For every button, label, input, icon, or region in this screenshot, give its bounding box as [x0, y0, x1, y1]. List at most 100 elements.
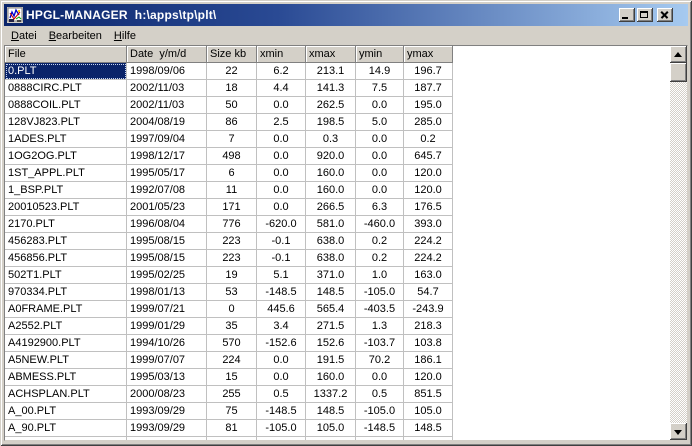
value-cell[interactable]: 638.0 — [306, 250, 356, 267]
value-cell[interactable]: 371.0 — [306, 267, 356, 284]
value-cell[interactable]: 105.0 — [306, 420, 356, 437]
value-cell[interactable]: 0.0 — [356, 182, 404, 199]
value-cell[interactable]: 0.0 — [356, 97, 404, 114]
value-cell[interactable]: 7.0 — [356, 437, 404, 440]
value-cell[interactable]: 0.0 — [257, 165, 306, 182]
column-header-file[interactable]: File — [5, 46, 127, 63]
scroll-down-button[interactable] — [670, 423, 687, 440]
value-cell[interactable]: -148.5 — [356, 420, 404, 437]
value-cell[interactable]: 148.5 — [306, 403, 356, 420]
value-cell[interactable]: 1998/01/13 — [127, 284, 207, 301]
value-cell[interactable]: 285.0 — [404, 114, 453, 131]
value-cell[interactable]: 103.8 — [404, 335, 453, 352]
column-header-xmin[interactable]: xmin — [257, 46, 306, 63]
value-cell[interactable]: 1993/09/29 — [127, 403, 207, 420]
value-cell[interactable]: 2004/08/19 — [127, 114, 207, 131]
file-cell[interactable]: A4192900.PLT — [5, 335, 127, 352]
value-cell[interactable]: 196.7 — [404, 63, 453, 80]
file-cell[interactable]: A_90.PLT — [5, 420, 127, 437]
value-cell[interactable]: -620.0 — [257, 216, 306, 233]
value-cell[interactable]: 0.0 — [257, 182, 306, 199]
value-cell[interactable]: 7 — [207, 131, 257, 148]
value-cell[interactable]: 53 — [207, 284, 257, 301]
value-cell[interactable]: 638.0 — [306, 233, 356, 250]
value-cell[interactable]: 1997/09/04 — [127, 131, 207, 148]
file-cell[interactable]: 970334.PLT — [5, 284, 127, 301]
value-cell[interactable]: 11 — [207, 182, 257, 199]
value-cell[interactable]: 176.5 — [404, 199, 453, 216]
value-cell[interactable]: 50 — [207, 97, 257, 114]
value-cell[interactable]: 3.4 — [257, 318, 306, 335]
value-cell[interactable]: 5.0 — [356, 114, 404, 131]
value-cell[interactable]: 5.1 — [257, 267, 306, 284]
column-header-ymax[interactable]: ymax — [404, 46, 453, 63]
scrollbar-thumb[interactable] — [670, 63, 687, 82]
value-cell[interactable]: 344 — [207, 437, 257, 440]
file-cell[interactable]: 456856.PLT — [5, 250, 127, 267]
file-cell[interactable]: 456283.PLT — [5, 233, 127, 250]
file-cell[interactable]: 1OG2OG.PLT — [5, 148, 127, 165]
value-cell[interactable]: 6.3 — [356, 199, 404, 216]
value-cell[interactable]: -0.1 — [257, 250, 306, 267]
value-cell[interactable]: 223 — [207, 250, 257, 267]
value-cell[interactable]: 160.0 — [306, 182, 356, 199]
value-cell[interactable]: 19 — [207, 267, 257, 284]
file-cell[interactable]: A5NEW.PLT — [5, 352, 127, 369]
value-cell[interactable]: 266.5 — [306, 199, 356, 216]
value-cell[interactable]: 0.2 — [356, 250, 404, 267]
value-cell[interactable]: 1998/12/17 — [127, 148, 207, 165]
value-cell[interactable]: 1993/07/10 — [127, 437, 207, 440]
file-cell[interactable]: 1ST_APPL.PLT — [5, 165, 127, 182]
maximize-button[interactable] — [637, 8, 653, 22]
column-header-size[interactable]: Size kb — [207, 46, 257, 63]
value-cell[interactable]: 218.3 — [404, 318, 453, 335]
value-cell[interactable]: -152.6 — [257, 335, 306, 352]
value-cell[interactable]: 171 — [207, 199, 257, 216]
value-cell[interactable]: 198.5 — [306, 114, 356, 131]
value-cell[interactable]: 187.7 — [404, 80, 453, 97]
file-cell[interactable]: ABMESS.PLT — [5, 369, 127, 386]
value-cell[interactable]: 1993/09/29 — [127, 420, 207, 437]
value-cell[interactable]: -148.5 — [257, 403, 306, 420]
value-cell[interactable]: -460.0 — [356, 216, 404, 233]
value-cell[interactable]: 0.2 — [356, 233, 404, 250]
value-cell[interactable]: 148.5 — [404, 420, 453, 437]
value-cell[interactable]: 4.4 — [257, 80, 306, 97]
value-cell[interactable]: 1995/03/13 — [127, 369, 207, 386]
close-button[interactable] — [657, 8, 673, 22]
value-cell[interactable]: 186.1 — [404, 352, 453, 369]
value-cell[interactable]: 0.0 — [356, 165, 404, 182]
value-cell[interactable]: 2000/08/23 — [127, 386, 207, 403]
value-cell[interactable]: 0.0 — [257, 352, 306, 369]
value-cell[interactable]: 0.0 — [257, 199, 306, 216]
value-cell[interactable]: 1996/08/04 — [127, 216, 207, 233]
value-cell[interactable]: 141.3 — [306, 80, 356, 97]
value-cell[interactable]: 565.4 — [306, 301, 356, 318]
value-cell[interactable]: 255 — [207, 386, 257, 403]
value-cell[interactable]: 105.0 — [404, 403, 453, 420]
value-cell[interactable]: 2002/11/03 — [127, 97, 207, 114]
value-cell[interactable]: 224 — [207, 352, 257, 369]
value-cell[interactable]: 393.0 — [404, 216, 453, 233]
value-cell[interactable]: 1998/09/06 — [127, 63, 207, 80]
file-cell[interactable]: A0FRAME.PLT — [5, 301, 127, 318]
value-cell[interactable]: 160.0 — [306, 369, 356, 386]
value-cell[interactable]: 18 — [207, 80, 257, 97]
value-cell[interactable]: 262.5 — [306, 97, 356, 114]
value-cell[interactable]: 148.5 — [306, 284, 356, 301]
value-cell[interactable]: 163.0 — [404, 267, 453, 284]
value-cell[interactable]: 0.3 — [306, 131, 356, 148]
value-cell[interactable]: 570 — [207, 335, 257, 352]
value-cell[interactable]: 0.0 — [257, 97, 306, 114]
value-cell[interactable]: 920.0 — [306, 148, 356, 165]
value-cell[interactable]: 2002/11/03 — [127, 80, 207, 97]
value-cell[interactable]: 1994/10/26 — [127, 335, 207, 352]
value-cell[interactable]: -105.0 — [356, 284, 404, 301]
value-cell[interactable]: 1337.2 — [306, 386, 356, 403]
value-cell[interactable]: 851.5 — [404, 386, 453, 403]
value-cell[interactable]: 0.0 — [356, 131, 404, 148]
value-cell[interactable]: 6.2 — [257, 63, 306, 80]
value-cell[interactable]: 0.0 — [356, 369, 404, 386]
value-cell[interactable]: 1995/02/25 — [127, 267, 207, 284]
value-cell[interactable]: 2.5 — [257, 114, 306, 131]
